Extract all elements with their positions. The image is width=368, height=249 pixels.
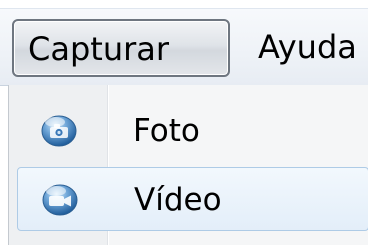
capturar-dropdown-menu: Foto Vídeo <box>8 85 368 245</box>
menu-item-foto[interactable]: Foto <box>17 99 368 163</box>
menu-ayuda[interactable]: Ayuda <box>256 19 368 77</box>
application-window: Capturar Ayuda Foto Vídeo <box>0 0 368 249</box>
camera-icon <box>39 111 79 151</box>
menu-item-video-label: Vídeo <box>134 182 222 218</box>
video-camera-icon <box>40 180 80 220</box>
menu-item-foto-label: Foto <box>133 113 200 149</box>
menu-bar: Capturar Ayuda <box>0 9 368 86</box>
menu-item-video[interactable]: Vídeo <box>17 167 368 231</box>
window-top-edge <box>0 0 368 9</box>
menu-capturar[interactable]: Capturar <box>12 19 230 77</box>
